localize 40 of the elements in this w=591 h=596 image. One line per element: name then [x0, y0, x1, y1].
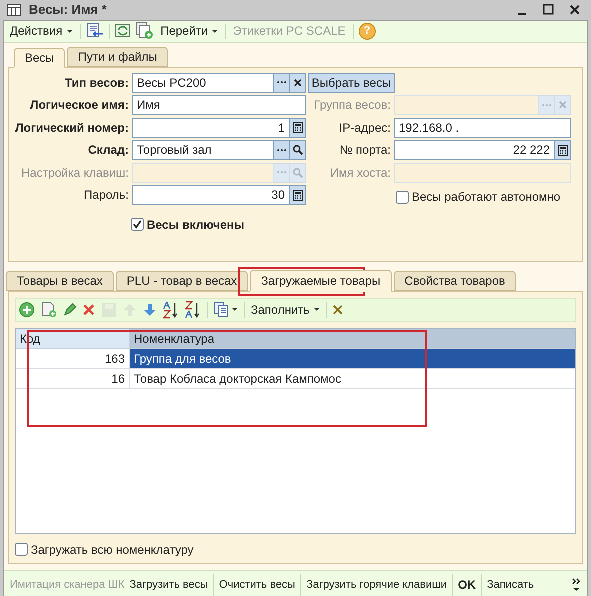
- input-field[interactable]: 30: [132, 185, 290, 205]
- checkbox-label: Весы работают автономно: [412, 189, 561, 206]
- menu-button[interactable]: Перейти: [158, 22, 220, 40]
- field-label: Тип весов:: [64, 74, 130, 92]
- field-label: IP-адрес:: [338, 120, 392, 136]
- toolbar-button[interactable]: OK: [458, 576, 476, 594]
- toolbar-button[interactable]: Записать: [487, 576, 534, 594]
- toolbar-button[interactable]: Загрузить весы: [130, 576, 208, 594]
- field-label: Склад:: [87, 142, 130, 159]
- field-label: Настройка клавиш:: [20, 164, 130, 182]
- window-title: Весы: Имя *: [29, 1, 108, 19]
- tab[interactable]: Товары в весах: [6, 270, 114, 290]
- checkbox-label: Весы включены: [147, 216, 245, 234]
- field-label: № порта:: [338, 142, 392, 159]
- tab[interactable]: Свойства товаров: [394, 270, 516, 290]
- input-field[interactable]: Весы PC200: [132, 72, 274, 92]
- field-label: Группа весов:: [313, 97, 392, 114]
- tab[interactable]: Весы: [14, 48, 66, 68]
- table-cell[interactable]: Группа для весов: [130, 348, 575, 368]
- field-label: Логическое имя:: [29, 97, 130, 114]
- fill-menu-button[interactable]: Заполнить: [251, 300, 320, 318]
- input-field[interactable]: Торговый зал: [132, 140, 274, 160]
- input-field[interactable]: Имя: [132, 95, 306, 115]
- toolbar-button[interactable]: Очистить весы: [219, 576, 296, 594]
- field-label: Логический номер:: [14, 120, 130, 136]
- input-field[interactable]: 22 222: [394, 140, 555, 160]
- tab[interactable]: PLU - товар в весах: [116, 270, 248, 290]
- checkbox-label: Загружать всю номенклатуру: [31, 542, 194, 558]
- input-field[interactable]: 1: [132, 118, 290, 138]
- toolbar-button[interactable]: Загрузить горячие клавиши: [306, 576, 448, 594]
- table-cell: 16: [16, 368, 130, 388]
- table-cell[interactable]: Товар Кобласа докторская Кампомос: [130, 368, 575, 388]
- field-label: Имя хоста:: [329, 164, 392, 182]
- tab[interactable]: Загружаемые товары: [250, 270, 392, 292]
- choose-scales-button[interactable]: Выбрать весы: [308, 72, 395, 92]
- menu-button[interactable]: Действия: [8, 22, 75, 40]
- input-field[interactable]: 192.168.0 .: [394, 118, 571, 138]
- field-label: Пароль:: [83, 187, 130, 204]
- tab[interactable]: Пути и файлы: [67, 46, 168, 66]
- column-header[interactable]: Номенклатура: [130, 328, 575, 348]
